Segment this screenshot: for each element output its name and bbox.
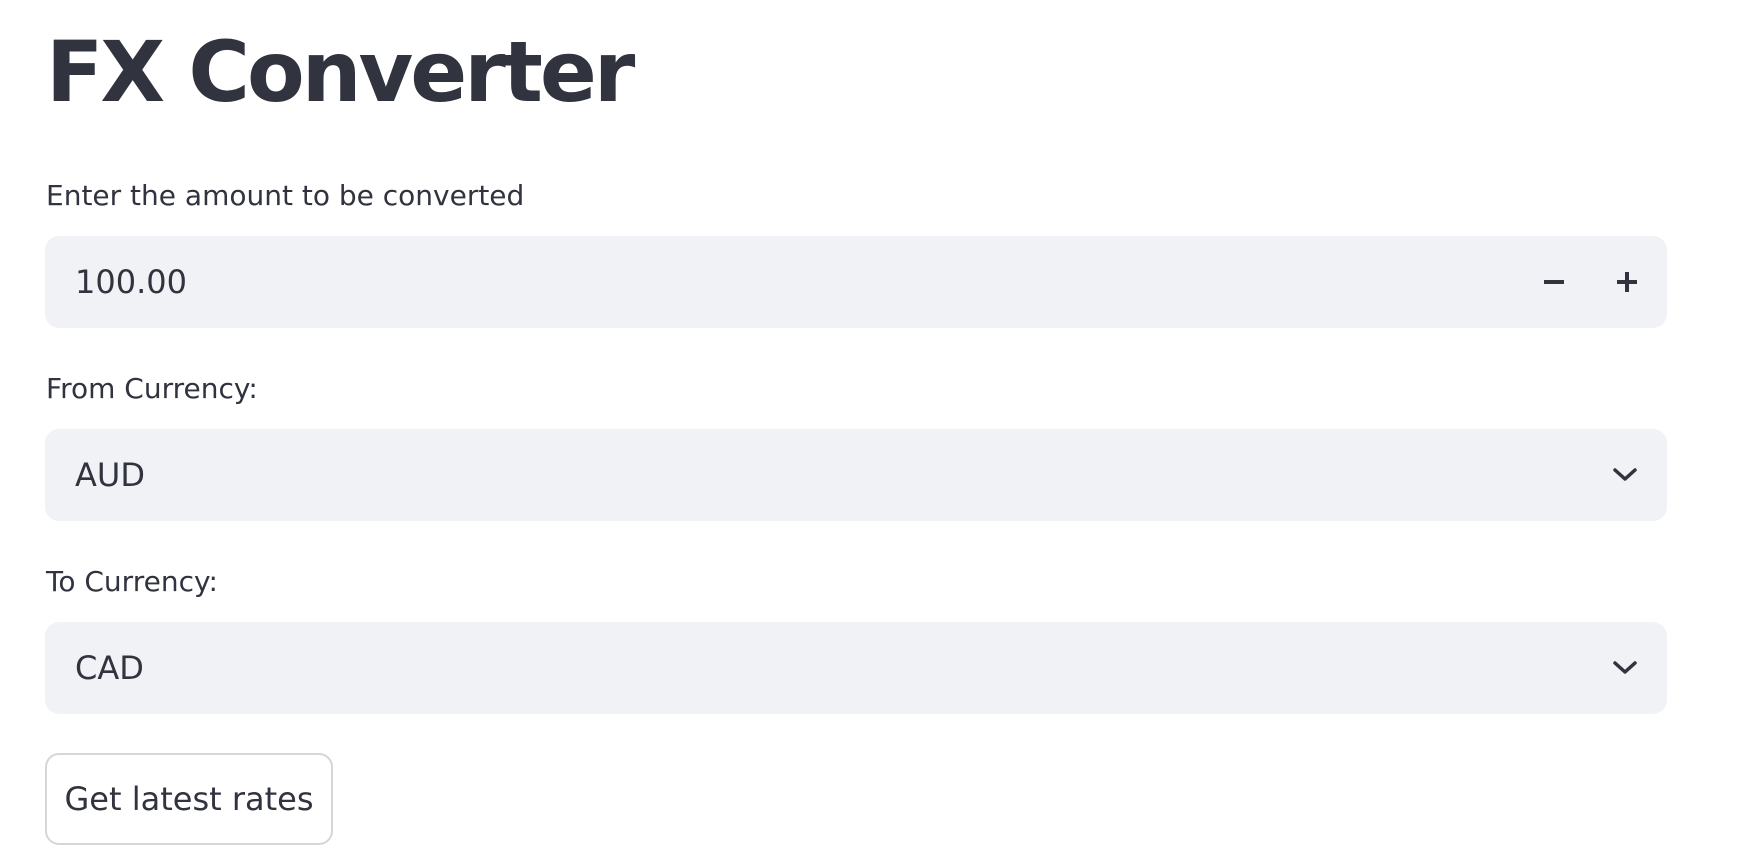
page-title: FX Converter bbox=[46, 23, 635, 121]
amount-number-input[interactable]: 100.00 bbox=[45, 236, 1667, 328]
from-currency-select[interactable]: AUD bbox=[45, 429, 1667, 521]
chevron-down-icon[interactable] bbox=[1605, 455, 1645, 495]
decrement-button[interactable] bbox=[1531, 259, 1577, 305]
from-currency-value: AUD bbox=[75, 456, 145, 494]
to-currency-label: To Currency: bbox=[46, 565, 218, 598]
increment-button[interactable] bbox=[1604, 259, 1650, 305]
to-currency-select[interactable]: CAD bbox=[45, 622, 1667, 714]
fx-converter-app: FX Converter Enter the amount to be conv… bbox=[0, 0, 1740, 858]
amount-label: Enter the amount to be converted bbox=[46, 179, 525, 212]
amount-value[interactable]: 100.00 bbox=[75, 236, 187, 328]
to-currency-value: CAD bbox=[75, 649, 144, 687]
chevron-down-icon[interactable] bbox=[1605, 648, 1645, 688]
from-currency-label: From Currency: bbox=[46, 372, 258, 405]
plus-icon bbox=[1617, 272, 1637, 292]
minus-icon bbox=[1544, 280, 1564, 284]
get-latest-rates-button[interactable]: Get latest rates bbox=[45, 753, 333, 845]
